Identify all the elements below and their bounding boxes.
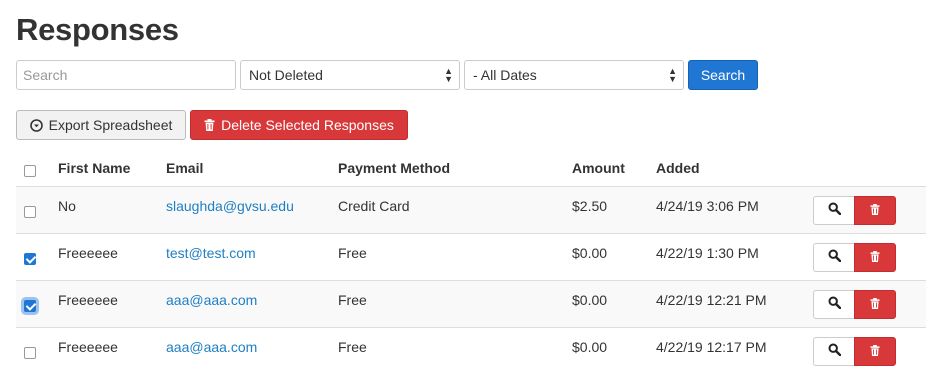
row-checkbox[interactable] xyxy=(24,253,36,265)
action-bar: Export Spreadsheet Delete Selected Respo… xyxy=(16,110,408,140)
row-actions xyxy=(813,243,896,272)
column-header-first-name[interactable]: First Name xyxy=(58,160,130,176)
delete-response-button[interactable] xyxy=(854,337,896,366)
date-select[interactable]: - All Dates ▲ ▼ xyxy=(464,60,684,90)
table-row: Freeeeee aaa@aaa.com Free $0.00 4/22/19 … xyxy=(16,280,926,327)
trash-icon xyxy=(870,249,880,267)
added-cell: 4/22/19 12:17 PM xyxy=(656,339,767,355)
amount-cell: $0.00 xyxy=(572,339,608,355)
first-name-cell: No xyxy=(58,198,76,214)
trash-icon xyxy=(870,343,880,361)
row-actions xyxy=(813,196,896,225)
first-name-cell: Freeeeee xyxy=(58,245,118,261)
date-select-value: - All Dates xyxy=(473,67,537,83)
magnifier-icon xyxy=(827,342,841,361)
export-spreadsheet-button[interactable]: Export Spreadsheet xyxy=(16,110,186,140)
added-cell: 4/22/19 12:21 PM xyxy=(656,292,767,308)
delete-selected-label: Delete Selected Responses xyxy=(221,117,394,133)
first-name-cell: Freeeeee xyxy=(58,292,118,308)
select-all-checkbox[interactable] xyxy=(24,165,36,177)
trash-icon xyxy=(870,202,880,220)
table-header: First Name Email Payment Method Amount A… xyxy=(16,150,926,186)
responses-table: First Name Email Payment Method Amount A… xyxy=(16,150,926,369)
amount-cell: $0.00 xyxy=(572,245,608,261)
email-link[interactable]: slaughda@gvsu.edu xyxy=(166,198,294,214)
magnifier-icon xyxy=(827,248,841,267)
status-select[interactable]: Not Deleted ▲ ▼ xyxy=(240,60,460,90)
search-input[interactable] xyxy=(16,60,236,90)
amount-cell: $0.00 xyxy=(572,292,608,308)
email-link[interactable]: aaa@aaa.com xyxy=(166,292,257,308)
row-checkbox[interactable] xyxy=(24,206,36,218)
row-checkbox[interactable] xyxy=(24,347,36,359)
status-select-value: Not Deleted xyxy=(249,67,323,83)
payment-method-cell: Credit Card xyxy=(338,198,410,214)
delete-response-button[interactable] xyxy=(854,243,896,272)
delete-response-button[interactable] xyxy=(854,290,896,319)
amount-cell: $2.50 xyxy=(572,198,608,214)
payment-method-cell: Free xyxy=(338,292,367,308)
payment-method-cell: Free xyxy=(338,339,367,355)
email-link[interactable]: test@test.com xyxy=(166,245,256,261)
row-actions xyxy=(813,337,896,366)
payment-method-cell: Free xyxy=(338,245,367,261)
magnifier-icon xyxy=(827,295,841,314)
view-response-button[interactable] xyxy=(813,290,854,319)
view-response-button[interactable] xyxy=(813,243,854,272)
view-response-button[interactable] xyxy=(813,337,854,366)
select-arrows-icon: ▲ ▼ xyxy=(668,66,677,84)
email-link[interactable]: aaa@aaa.com xyxy=(166,339,257,355)
delete-selected-button[interactable]: Delete Selected Responses xyxy=(190,110,408,140)
circle-down-arrow-icon xyxy=(29,118,43,132)
select-arrows-icon: ▲ ▼ xyxy=(444,66,453,84)
column-header-email[interactable]: Email xyxy=(166,160,203,176)
table-row: No slaughda@gvsu.edu Credit Card $2.50 4… xyxy=(16,186,926,233)
column-header-added[interactable]: Added xyxy=(656,160,700,176)
search-button[interactable]: Search xyxy=(688,60,758,90)
filter-bar: Not Deleted ▲▼ - All Dates ▲▼ Search xyxy=(16,60,758,90)
table-row: Freeeeee aaa@aaa.com Free $0.00 4/22/19 … xyxy=(16,327,926,369)
added-cell: 4/22/19 1:30 PM xyxy=(656,245,759,261)
page-title: Responses xyxy=(16,12,179,47)
export-spreadsheet-label: Export Spreadsheet xyxy=(48,117,173,133)
table-row: Freeeeee test@test.com Free $0.00 4/22/1… xyxy=(16,233,926,280)
column-header-payment-method[interactable]: Payment Method xyxy=(338,160,450,176)
delete-response-button[interactable] xyxy=(854,196,896,225)
row-checkbox[interactable] xyxy=(24,300,36,312)
trash-icon xyxy=(870,296,880,314)
first-name-cell: Freeeeee xyxy=(58,339,118,355)
column-header-amount[interactable]: Amount xyxy=(572,160,625,176)
magnifier-icon xyxy=(827,201,841,220)
view-response-button[interactable] xyxy=(813,196,854,225)
trash-icon xyxy=(204,119,215,131)
added-cell: 4/24/19 3:06 PM xyxy=(656,198,759,214)
row-actions xyxy=(813,290,896,319)
